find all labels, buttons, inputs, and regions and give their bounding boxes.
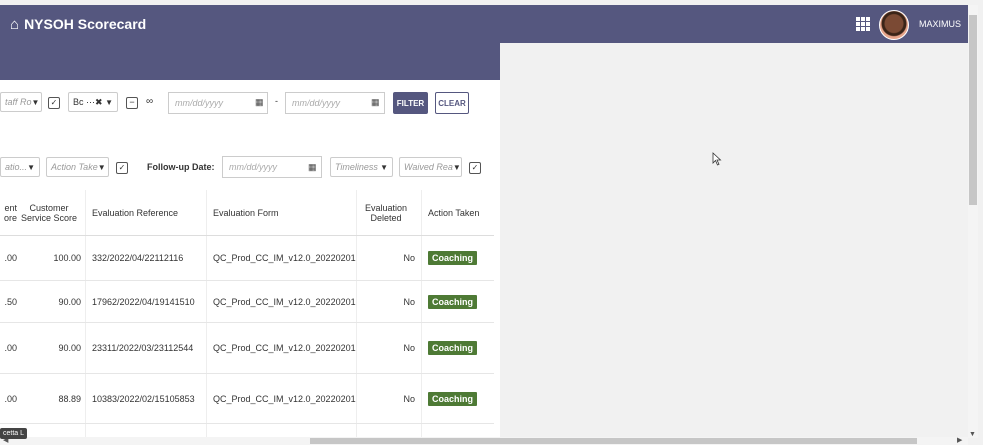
cell-form: QC_Prod_CC_IM_v12.0_20220201	[206, 235, 357, 281]
action-badge: Coaching	[428, 341, 478, 355]
app-brand[interactable]: ⌂ NYSOH Scorecard	[10, 5, 146, 43]
cell-partial: .00	[0, 322, 17, 374]
cell-reference[interactable]: 23311/2022/03/23112544	[85, 322, 207, 374]
caret-down-icon: ▼	[97, 162, 106, 172]
collapse-icon[interactable]: −	[126, 97, 138, 109]
followup-date-label: Follow-up Date:	[147, 162, 215, 172]
action-taken-checkbox[interactable]: ✓	[116, 162, 128, 174]
bc-select[interactable]: Bc ⋯✖ ▼	[68, 92, 118, 112]
col-header-partial[interactable]: ent ore	[0, 190, 17, 236]
action-badge: Coaching	[428, 251, 478, 265]
col-header-evaluation-reference[interactable]: Evaluation Reference	[85, 190, 207, 236]
cell-deleted: No	[356, 322, 422, 374]
col-header-action-taken[interactable]: Action Taken	[421, 190, 494, 236]
calendar-icon[interactable]: ▦	[371, 97, 380, 108]
date-to-input[interactable]: mm/dd/yyyy	[285, 92, 385, 114]
waived-reason-checkbox[interactable]: ✓	[469, 162, 481, 174]
top-navbar: ⌂ NYSOH Scorecard MAXIMUS	[0, 5, 968, 43]
col-header-evaluation-form[interactable]: Evaluation Form	[206, 190, 357, 236]
mouse-pointer-icon	[712, 152, 722, 166]
caret-down-icon: ▼	[31, 97, 40, 107]
scroll-right-arrow-icon[interactable]: ▶	[957, 436, 962, 444]
staff-role-checkbox[interactable]: ✓	[48, 97, 60, 109]
clear-button[interactable]: CLEAR	[435, 92, 469, 114]
horizontal-scrollbar[interactable]: ◀ ▶	[0, 437, 968, 445]
calendar-icon[interactable]: ▦	[308, 162, 317, 173]
evaluation-select[interactable]: atio... ▼	[0, 157, 40, 177]
cell-score: 90.00	[17, 322, 86, 374]
table-header-row: ent ore Customer Service Score Evaluatio…	[0, 190, 494, 236]
user-name[interactable]: MAXIMUS	[919, 5, 961, 43]
cell-score: 88.89	[17, 373, 86, 424]
clear-x-icon[interactable]: ⋯✖	[86, 97, 103, 108]
caret-down-icon: ▼	[452, 162, 461, 172]
table-row[interactable]: .50 90.00 17962/2022/04/19141510 QC_Prod…	[0, 280, 494, 323]
avatar[interactable]	[879, 10, 909, 40]
app-title: NYSOH Scorecard	[24, 16, 147, 32]
cell-deleted: No	[356, 373, 422, 424]
evaluations-table: ent ore Customer Service Score Evaluatio…	[0, 190, 494, 444]
timeliness-select[interactable]: Timeliness ▼	[330, 157, 393, 177]
cell-deleted: No	[356, 280, 422, 323]
cell-form: QC_Prod_CC_IM_v12.0_20220201	[206, 373, 357, 424]
cell-partial: .00	[0, 235, 17, 281]
action-badge: Coaching	[428, 294, 478, 309]
home-icon: ⌂	[10, 15, 20, 33]
cell-form: QC_Prod_CC_IM_v12.0_20220201	[206, 322, 357, 374]
scroll-down-arrow-icon[interactable]: ▼	[969, 431, 976, 438]
cell-partial: .00	[0, 373, 17, 424]
panel-header-band	[0, 43, 500, 80]
filter-button[interactable]: FILTER	[393, 92, 428, 114]
caret-down-icon: ▼	[105, 97, 113, 107]
action-taken-select[interactable]: Action Take ▼	[46, 157, 109, 177]
cell-reference[interactable]: 10383/2022/02/15105853	[85, 373, 207, 424]
date-from-input[interactable]: mm/dd/yyyy	[168, 92, 268, 114]
cell-deleted: No	[356, 235, 422, 281]
caret-down-icon: ▼	[380, 162, 388, 172]
table-row[interactable]: .00 88.89 10383/2022/02/15105853 QC_Prod…	[0, 373, 494, 424]
caret-down-icon: ▼	[27, 162, 35, 172]
cell-reference[interactable]: 332/2022/04/22112116	[85, 235, 207, 281]
table-row[interactable]: .00 100.00 332/2022/04/22112116 QC_Prod_…	[0, 235, 494, 281]
apps-grid-icon[interactable]	[856, 17, 870, 31]
vertical-scroll-thumb[interactable]	[969, 15, 977, 205]
staff-role-select[interactable]: taff Ro ▼	[0, 92, 42, 112]
cell-score: 90.00	[17, 280, 86, 323]
calendar-icon[interactable]: ▦	[255, 97, 264, 108]
cell-reference[interactable]: 17962/2022/04/19141510	[85, 280, 207, 323]
cell-form: QC_Prod_CC_IM_v12.0_20220201	[206, 280, 357, 323]
cell-score: 100.00	[17, 235, 86, 281]
tooltip: cetta L	[0, 428, 28, 439]
action-badge: Coaching	[428, 391, 478, 406]
vertical-scrollbar[interactable]: ▼	[968, 5, 978, 438]
waived-reason-select[interactable]: Waived Rea ▼	[399, 157, 462, 177]
table-row[interactable]: .00 90.00 23311/2022/03/23112544 QC_Prod…	[0, 322, 494, 374]
cell-partial: .50	[0, 280, 17, 323]
horizontal-scroll-thumb[interactable]	[310, 438, 917, 444]
link-icon[interactable]: ∞	[146, 96, 153, 107]
col-header-evaluation-deleted[interactable]: Evaluation Deleted	[356, 190, 422, 236]
col-header-customer-service-score[interactable]: Customer Service Score	[17, 190, 86, 236]
date-separator: -	[275, 96, 278, 106]
followup-date-input[interactable]: mm/dd/yyyy	[222, 156, 322, 178]
